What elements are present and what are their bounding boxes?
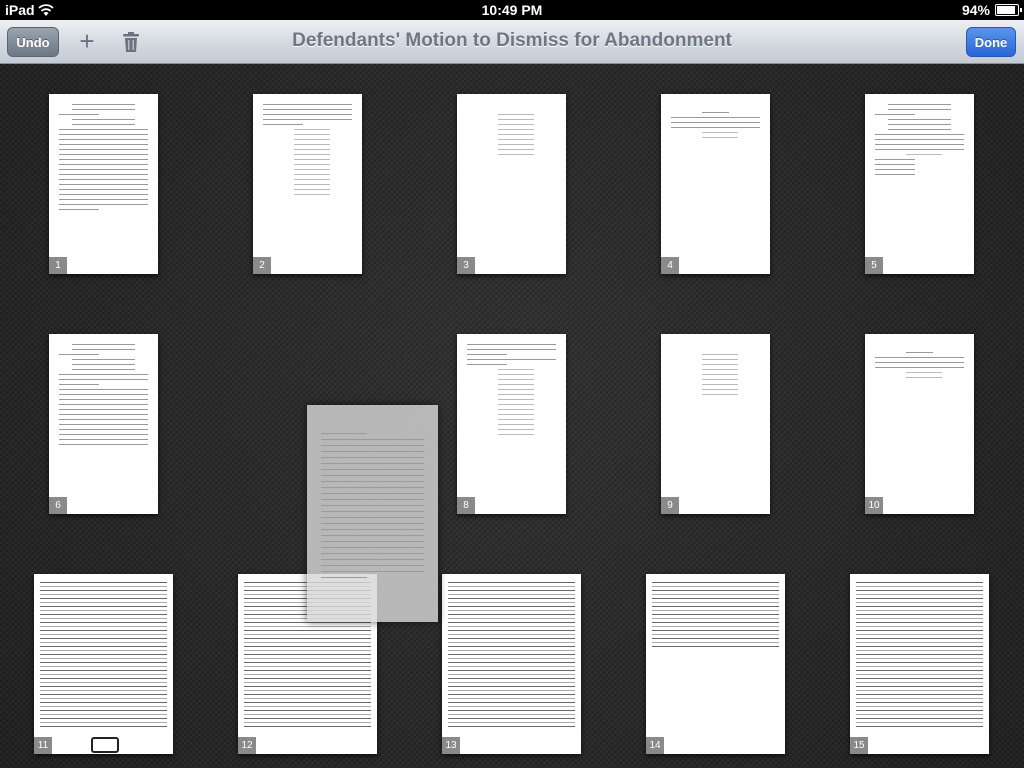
undo-button[interactable]: Undo <box>7 27 59 57</box>
page-content <box>263 104 352 254</box>
page-thumbnail[interactable]: 10 <box>865 334 974 514</box>
selection-indicator <box>91 737 119 753</box>
page-thumbnail[interactable]: 3 <box>457 94 566 274</box>
page-number: 6 <box>49 497 67 514</box>
page-content <box>671 354 760 494</box>
page-content <box>652 582 779 734</box>
document-title: Defendants' Motion to Dismiss for Abando… <box>292 30 732 51</box>
page-number: 11 <box>34 737 52 754</box>
clock: 10:49 PM <box>481 2 543 18</box>
trash-button[interactable] <box>118 27 144 57</box>
page-thumbnail[interactable]: 13 <box>442 574 581 754</box>
page-thumbnail[interactable]: 4 <box>661 94 770 274</box>
status-bar: iPad 10:49 PM 94% <box>0 0 1024 20</box>
battery-icon <box>995 4 1022 16</box>
page-content <box>467 114 556 254</box>
page-number: 14 <box>646 737 664 754</box>
page-thumbnail[interactable]: 11 <box>34 574 173 754</box>
page-content <box>875 104 964 254</box>
page-thumbnail[interactable]: 14 <box>646 574 785 754</box>
page-content <box>671 112 760 254</box>
page-number: 8 <box>457 497 475 514</box>
toolbar: Undo + Defendants' Motion to Dismiss for… <box>0 20 1024 64</box>
done-button[interactable]: Done <box>966 27 1016 57</box>
page-content <box>321 433 424 592</box>
page-thumbnail[interactable]: 6 <box>49 334 158 514</box>
page-thumbnail[interactable]: 1 <box>49 94 158 274</box>
page-number: 13 <box>442 737 460 754</box>
page-number: 10 <box>865 497 883 514</box>
page-number: 2 <box>253 257 271 274</box>
dragged-page[interactable] <box>307 405 438 622</box>
page-content <box>467 344 556 494</box>
battery-percent: 94% <box>961 2 990 18</box>
page-number: 5 <box>865 257 883 274</box>
page-thumbnail[interactable]: 9 <box>661 334 770 514</box>
page-content <box>875 352 964 494</box>
page-content <box>40 582 167 734</box>
trash-icon <box>123 32 139 52</box>
page-number: 4 <box>661 257 679 274</box>
page-number: 12 <box>238 737 256 754</box>
page-content <box>856 582 983 734</box>
page-content <box>448 582 575 734</box>
page-thumbnail[interactable]: 15 <box>850 574 989 754</box>
page-number: 9 <box>661 497 679 514</box>
page-number: 1 <box>49 257 67 274</box>
page-thumbnail[interactable]: 8 <box>457 334 566 514</box>
page-thumbnail[interactable]: 5 <box>865 94 974 274</box>
page-number: 15 <box>850 737 868 754</box>
page-content <box>59 344 148 494</box>
add-button[interactable]: + <box>72 27 102 57</box>
page-number: 3 <box>457 257 475 274</box>
page-thumbnail[interactable]: 2 <box>253 94 362 274</box>
page-content <box>59 104 148 254</box>
